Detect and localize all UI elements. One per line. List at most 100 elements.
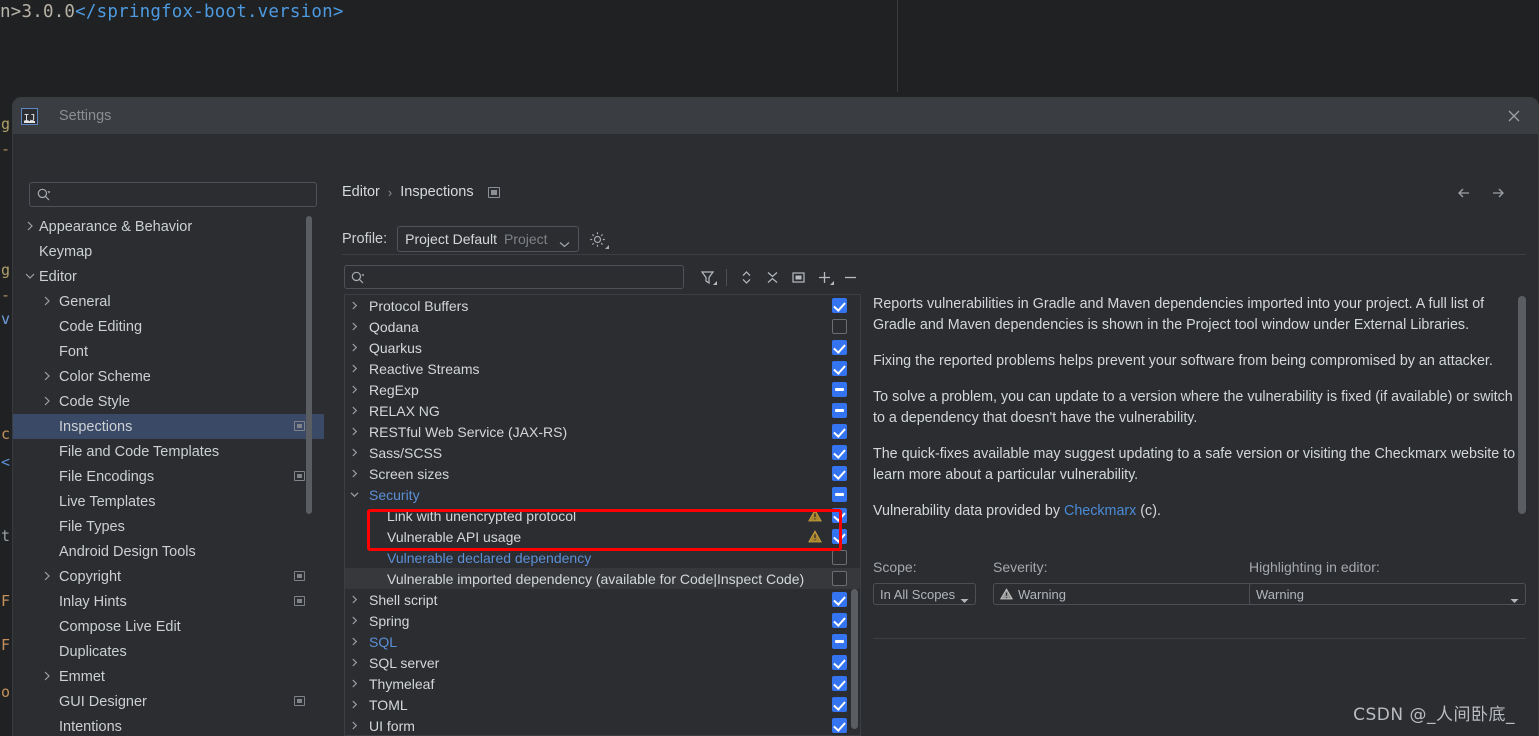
sidebar-search[interactable] xyxy=(29,182,317,207)
inspection-row[interactable]: Spring xyxy=(345,610,860,631)
arrow-right-icon[interactable] xyxy=(1490,185,1510,201)
inspection-checkbox[interactable] xyxy=(832,592,847,607)
sidebar-item-code-editing[interactable]: Code Editing xyxy=(13,314,324,339)
inspection-checkbox[interactable] xyxy=(832,466,847,481)
inspection-checkbox[interactable] xyxy=(832,508,847,523)
inspection-checkbox[interactable] xyxy=(832,361,847,376)
group-by-icon[interactable] xyxy=(785,266,811,288)
highlighting-select[interactable]: Warning xyxy=(1249,583,1526,605)
inspection-row[interactable]: Shell script xyxy=(345,589,860,610)
filter-icon[interactable] xyxy=(694,266,720,288)
inspection-checkbox[interactable] xyxy=(832,319,847,334)
inspection-checkbox[interactable] xyxy=(832,613,847,628)
chevron-right-icon[interactable] xyxy=(349,636,360,647)
chevron-down-icon[interactable] xyxy=(24,270,36,282)
inspection-row[interactable]: Security xyxy=(345,484,860,505)
inspection-checkbox[interactable] xyxy=(832,382,847,397)
inspection-checkbox[interactable] xyxy=(832,340,847,355)
inspection-row[interactable]: Screen sizes xyxy=(345,463,860,484)
collapse-all-icon[interactable] xyxy=(759,266,785,288)
chevron-right-icon[interactable] xyxy=(349,678,360,689)
sidebar-item-emmet[interactable]: Emmet xyxy=(13,664,324,689)
inspection-row[interactable]: RESTful Web Service (JAX-RS) xyxy=(345,421,860,442)
sidebar-item-inspections[interactable]: Inspections xyxy=(13,414,324,439)
chevron-right-icon[interactable] xyxy=(41,295,53,307)
sidebar-item-file-and-code-templates[interactable]: File and Code Templates xyxy=(13,439,324,464)
inspection-search-input[interactable] xyxy=(344,265,684,289)
inspection-checkbox[interactable] xyxy=(832,571,847,586)
inspection-checkbox[interactable] xyxy=(832,529,847,544)
sidebar-item-keymap[interactable]: Keymap xyxy=(13,239,324,264)
inspection-checkbox[interactable] xyxy=(832,424,847,439)
chevron-right-icon[interactable] xyxy=(349,321,360,332)
sidebar-item-file-types[interactable]: File Types xyxy=(13,514,324,539)
chevron-right-icon[interactable] xyxy=(349,615,360,626)
close-icon[interactable] xyxy=(1505,107,1523,125)
chevron-right-icon[interactable] xyxy=(41,370,53,382)
inspection-row[interactable]: Vulnerable declared dependency xyxy=(345,547,860,568)
gear-icon[interactable] xyxy=(589,231,610,249)
chevron-right-icon[interactable] xyxy=(41,570,53,582)
inspection-row[interactable]: TOML xyxy=(345,694,860,715)
inspection-checkbox[interactable] xyxy=(832,718,847,733)
sidebar-item-gui-designer[interactable]: GUI Designer xyxy=(13,689,324,714)
inspection-row[interactable]: Reactive Streams xyxy=(345,358,860,379)
arrow-left-icon[interactable] xyxy=(1456,185,1476,201)
inspection-row[interactable]: Vulnerable imported dependency (availabl… xyxy=(345,568,860,589)
sidebar-item-file-encodings[interactable]: File Encodings xyxy=(13,464,324,489)
chevron-right-icon[interactable] xyxy=(41,395,53,407)
inspection-checkbox[interactable] xyxy=(832,634,847,649)
sidebar-item-duplicates[interactable]: Duplicates xyxy=(13,639,324,664)
chevron-right-icon[interactable] xyxy=(349,657,360,668)
checkmarx-link[interactable]: Checkmarx xyxy=(1064,503,1136,519)
sidebar-item-compose-live-edit[interactable]: Compose Live Edit xyxy=(13,614,324,639)
inspection-row[interactable]: Link with unencrypted protocol xyxy=(345,505,860,526)
chevron-right-icon[interactable] xyxy=(349,384,360,395)
chevron-down-icon[interactable] xyxy=(349,489,360,500)
chevron-right-icon[interactable] xyxy=(41,670,53,682)
sidebar-item-font[interactable]: Font xyxy=(13,339,324,364)
sidebar-item-inlay-hints[interactable]: Inlay Hints xyxy=(13,589,324,614)
inspection-row[interactable]: Qodana xyxy=(345,316,860,337)
inspection-tree[interactable]: Protocol Buffers Qodana Quarkus Reactive St… xyxy=(344,294,861,736)
sidebar-item-copyright[interactable]: Copyright xyxy=(13,564,324,589)
chevron-right-icon[interactable] xyxy=(349,720,360,731)
inspection-checkbox[interactable] xyxy=(832,298,847,313)
inspection-checkbox[interactable] xyxy=(832,697,847,712)
sidebar-tree[interactable]: Appearance & Behavior Keymap Editor General… xyxy=(13,214,324,736)
remove-icon[interactable] xyxy=(837,266,863,288)
inspection-checkbox[interactable] xyxy=(832,676,847,691)
scope-select[interactable]: In All Scopes xyxy=(873,583,976,605)
sidebar-item-general[interactable]: General xyxy=(13,289,324,314)
inspection-checkbox[interactable] xyxy=(832,655,847,670)
inspection-row[interactable]: Thymeleaf xyxy=(345,673,860,694)
inspection-row[interactable]: RELAX NG xyxy=(345,400,860,421)
expand-collapse-icon[interactable] xyxy=(733,266,759,288)
chevron-right-icon[interactable] xyxy=(349,342,360,353)
chevron-right-icon[interactable] xyxy=(349,594,360,605)
inspection-row[interactable]: Quarkus xyxy=(345,337,860,358)
sidebar-item-appearance-behavior[interactable]: Appearance & Behavior xyxy=(13,214,324,239)
chevron-right-icon[interactable] xyxy=(349,699,360,710)
chevron-right-icon[interactable] xyxy=(349,363,360,374)
sidebar-item-editor[interactable]: Editor xyxy=(13,264,324,289)
sidebar-item-code-style[interactable]: Code Style xyxy=(13,389,324,414)
sidebar-item-android-design-tools[interactable]: Android Design Tools xyxy=(13,539,324,564)
inspection-checkbox[interactable] xyxy=(832,403,847,418)
chevron-right-icon[interactable] xyxy=(349,405,360,416)
chevron-right-icon[interactable] xyxy=(349,426,360,437)
inspection-row[interactable]: SQL server xyxy=(345,652,860,673)
inspection-scrollbar[interactable] xyxy=(851,589,858,729)
sidebar-item-intentions[interactable]: Intentions xyxy=(13,714,324,736)
inspection-checkbox[interactable] xyxy=(832,550,847,565)
add-icon[interactable] xyxy=(811,266,837,288)
chevron-right-icon[interactable] xyxy=(349,300,360,311)
inspection-row[interactable]: UI form xyxy=(345,715,860,735)
chevron-right-icon[interactable] xyxy=(24,220,36,232)
sidebar-item-color-scheme[interactable]: Color Scheme xyxy=(13,364,324,389)
chevron-right-icon[interactable] xyxy=(349,447,360,458)
inspection-row[interactable]: SQL xyxy=(345,631,860,652)
inspection-checkbox[interactable] xyxy=(832,487,847,502)
inspection-row[interactable]: Vulnerable API usage xyxy=(345,526,860,547)
sidebar-scrollbar[interactable] xyxy=(306,216,312,514)
